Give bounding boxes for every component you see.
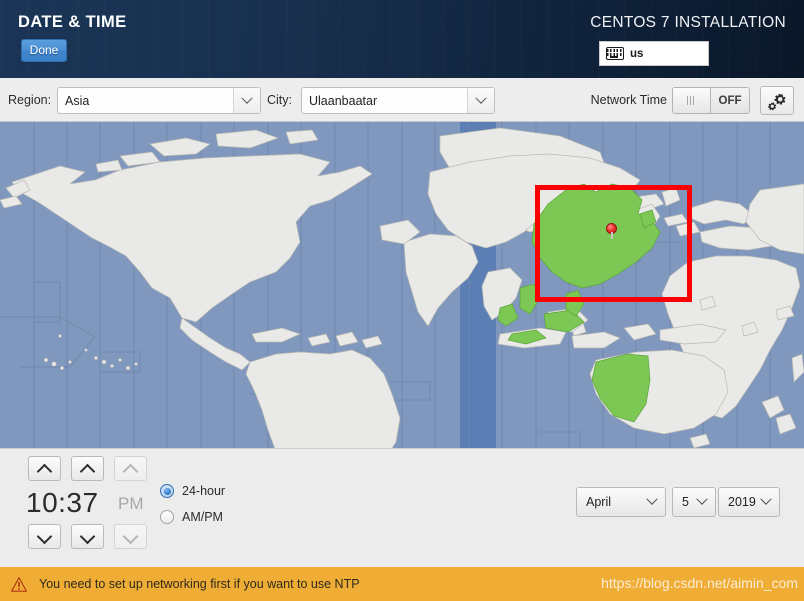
month-dropdown[interactable]: April	[576, 487, 666, 517]
chevron-up-icon	[36, 463, 53, 480]
keyboard-icon	[606, 47, 624, 60]
format-option-label: 24-hour	[182, 484, 226, 498]
keyboard-layout-indicator[interactable]: us	[599, 41, 709, 66]
radio-ampm[interactable]	[160, 510, 174, 524]
timezone-map[interactable]	[0, 122, 804, 448]
ampm-decrement-button	[114, 524, 147, 549]
city-dropdown-arrow[interactable]	[467, 88, 494, 113]
format-option-ampm[interactable]: AM/PM	[160, 510, 223, 524]
month-value: April	[586, 495, 612, 509]
region-dropdown[interactable]: Asia	[57, 87, 261, 114]
network-time-toggle[interactable]: OFF	[672, 87, 750, 114]
warning-message: You need to set up networking first if y…	[39, 577, 360, 591]
page-title: DATE & TIME	[18, 13, 127, 31]
installation-title: CENTOS 7 INSTALLATION	[590, 14, 786, 31]
ntp-settings-button[interactable]	[760, 86, 794, 115]
installer-header: DATE & TIME Done CENTOS 7 INSTALLATION u…	[0, 0, 804, 78]
chevron-down-icon	[36, 528, 53, 545]
chevron-down-icon	[122, 528, 139, 545]
world-map-svg	[0, 122, 804, 448]
region-label: Region:	[8, 93, 52, 107]
format-option-label: AM/PM	[182, 510, 223, 524]
year-dropdown[interactable]: 2019	[718, 487, 780, 517]
chevron-down-icon	[696, 493, 708, 505]
region-dropdown-arrow[interactable]	[233, 88, 260, 113]
warning-bar: You need to set up networking first if y…	[0, 567, 804, 601]
ampm-value: PM	[118, 494, 144, 513]
hour-increment-button[interactable]	[28, 456, 61, 481]
map-pin-icon	[606, 223, 618, 239]
pin-needle	[611, 232, 613, 239]
gear-icon	[768, 93, 786, 111]
day-value: 5	[682, 495, 689, 509]
toggle-grip-icon	[687, 96, 696, 105]
format-option-24hour[interactable]: 24-hour	[160, 484, 225, 498]
city-value: Ulaanbaatar	[309, 93, 378, 108]
city-label: City:	[267, 93, 292, 107]
chevron-down-icon	[475, 92, 487, 104]
day-dropdown[interactable]: 5	[672, 487, 716, 517]
warning-triangle-icon	[11, 576, 27, 592]
chevron-down-icon	[241, 92, 253, 104]
keyboard-layout-label: us	[630, 47, 644, 60]
minute-increment-button[interactable]	[71, 456, 104, 481]
year-value: 2019	[728, 495, 756, 509]
hour-decrement-button[interactable]	[28, 524, 61, 549]
date-time-screen: DATE & TIME Done CENTOS 7 INSTALLATION u…	[0, 0, 804, 601]
chevron-up-icon	[122, 463, 139, 480]
radio-24hour[interactable]	[160, 484, 174, 498]
chevron-down-icon	[79, 528, 96, 545]
watermark-url: https://blog.csdn.net/aimin_com	[601, 575, 798, 591]
minute-decrement-button[interactable]	[71, 524, 104, 549]
clock-value: 10:37	[26, 487, 99, 518]
chevron-down-icon	[646, 493, 658, 505]
network-time-state: OFF	[718, 94, 742, 107]
done-button[interactable]: Done	[21, 39, 67, 62]
region-value: Asia	[65, 93, 90, 108]
chevron-up-icon	[79, 463, 96, 480]
toggle-knob	[673, 88, 711, 113]
ampm-increment-button	[114, 456, 147, 481]
network-time-label: Network Time	[590, 93, 667, 107]
city-dropdown[interactable]: Ulaanbaatar	[301, 87, 495, 114]
chevron-down-icon	[760, 493, 772, 505]
